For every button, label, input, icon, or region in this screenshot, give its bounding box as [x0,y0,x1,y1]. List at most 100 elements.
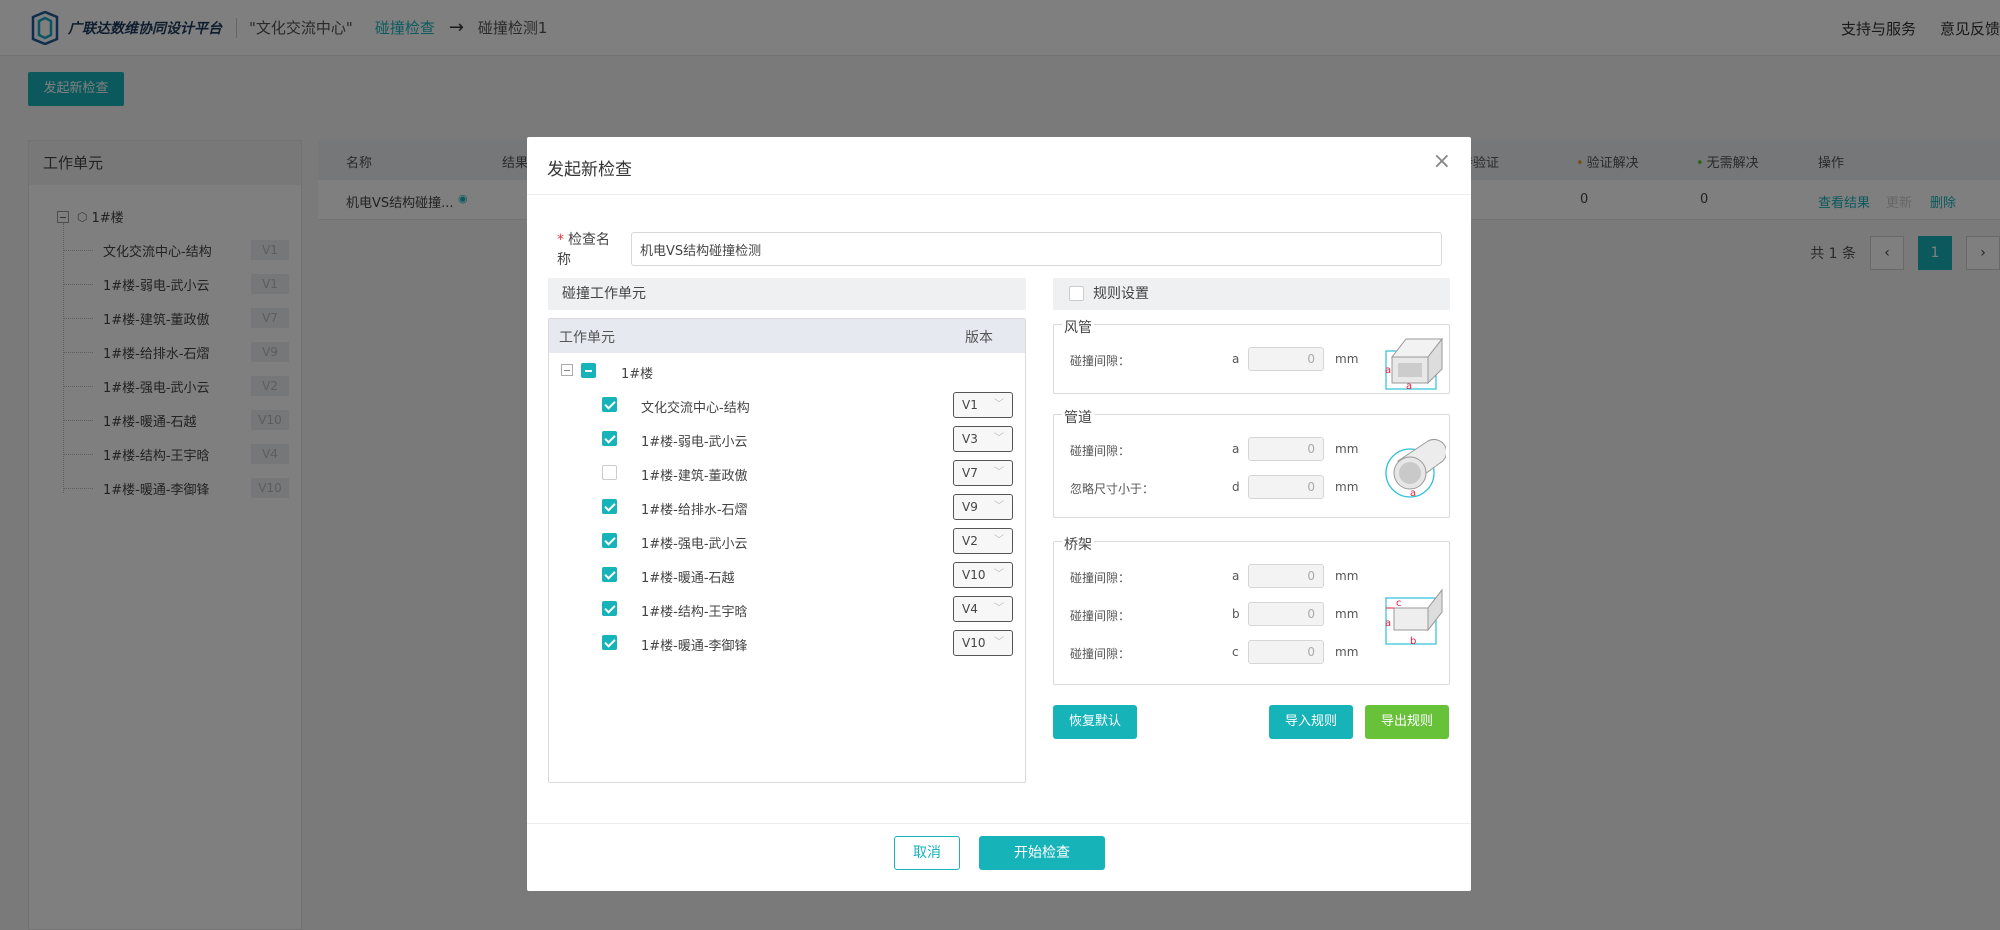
duct-group: 风管 碰撞间隙： a 0 mm a a [1053,317,1450,394]
chevron-down-icon: ﹀ [994,433,1004,444]
unit-checkbox[interactable] [602,533,617,548]
check-name-label: * 检查名称 [557,232,610,268]
chevron-down-icon: ﹀ [994,501,1004,512]
unit-label: 1#楼-强电-武小云 [641,537,748,552]
duct-gap-input[interactable]: 0 [1248,347,1324,371]
pipe-gap-input[interactable]: 0 [1248,437,1324,461]
version-select[interactable]: V2 ﹀ [953,528,1013,554]
pipe-legend: 管道 [1062,407,1094,427]
version-select[interactable]: V9 ﹀ [953,494,1013,520]
pipe-group: 管道 碰撞间隙： a 0 mm 忽略尺寸小于： d 0 mm a [1053,407,1450,518]
tray-gap-b-label: 碰撞间隙： [1070,609,1131,623]
unit-label: 1#楼-暖通-李御锋 [641,639,748,654]
pipe-gap-row: 碰撞间隙： a 0 mm [1054,437,1384,463]
dialog-footer: 取消 开始检查 [527,823,1471,891]
duct-gap-label: 碰撞间隙： [1070,354,1131,368]
unit-checkbox[interactable] [602,431,617,446]
units-root-label: 1#楼 [621,367,654,382]
duct-legend: 风管 [1062,317,1094,337]
unit-row: 文化交流中心-结构 V1 ﹀ [549,387,1025,421]
rules-title-row: 规则设置 [1053,278,1450,310]
tray-gap-b-input[interactable]: 0 [1248,602,1324,626]
unit-checkbox[interactable] [602,499,617,514]
diagram-letter-a: a [1385,618,1391,629]
new-check-dialog: 发起新检查 × *检查名称 碰撞工作单元 工作单元 版本 1#楼 文化交流中心-… [527,137,1471,891]
unit-checkbox[interactable] [602,601,617,616]
duct-gap-unit: mm [1335,352,1359,366]
chevron-down-icon: ﹀ [994,467,1004,478]
pipe-ignore-input[interactable]: 0 [1248,475,1324,499]
diagram-letter-b: b [1410,636,1416,647]
chevron-down-icon: ﹀ [994,569,1004,580]
dialog-header: 发起新检查 × [527,137,1471,195]
duct-gap-var: a [1232,352,1240,366]
tray-legend: 桥架 [1062,534,1094,554]
pipe-gap-label: 碰撞间隙： [1070,444,1131,458]
pipe-ignore-label: 忽略尺寸小于： [1070,482,1155,496]
unit-label: 1#楼-建筑-董政傲 [641,469,748,484]
chevron-down-icon: ﹀ [994,399,1004,410]
chevron-down-icon: ﹀ [994,535,1004,546]
root-checkbox[interactable] [581,363,596,378]
restore-default-button[interactable]: 恢复默认 [1053,705,1137,739]
check-name-input[interactable] [631,232,1442,266]
version-select[interactable]: V7 ﹀ [953,460,1013,486]
version-select[interactable]: V10 ﹀ [953,630,1013,656]
unit-row: 1#楼-给排水-石熠 V9 ﹀ [549,489,1025,523]
diagram-letter-c: c [1396,598,1402,609]
unit-row: 1#楼-结构-王宇晗 V4 ﹀ [549,591,1025,625]
unit-checkbox[interactable] [602,465,617,480]
unit-checkbox[interactable] [602,567,617,582]
unit-row: 1#楼-建筑-董政傲 V7 ﹀ [549,455,1025,489]
pipe-ignore-unit: mm [1335,480,1359,494]
diagram-letter-a: a [1385,365,1391,376]
check-name-row: * 检查名称 [557,229,1442,269]
unit-checkbox[interactable] [602,635,617,650]
duct-diagram-icon: a a [1385,337,1444,391]
pipe-diagram-icon: a [1385,438,1446,499]
tray-gap-a-label: 碰撞间隙： [1070,571,1131,585]
close-icon[interactable]: × [1433,151,1451,173]
rules-section: 规则设置 风管 碰撞间隙： a 0 mm a a 管道 碰撞间隙： a 0 mm… [1053,278,1450,685]
duct-gap-row: 碰撞间隙： a 0 mm [1054,347,1384,373]
unit-row: 1#楼-暖通-石越 V10 ﹀ [549,557,1025,591]
unit-label: 1#楼-弱电-武小云 [641,435,748,450]
collapse-icon[interactable] [561,364,573,376]
unit-row: 1#楼-暖通-李御锋 V10 ﹀ [549,625,1025,659]
cancel-button[interactable]: 取消 [894,836,960,870]
tray-gap-c-unit: mm [1335,645,1359,659]
chevron-down-icon: ﹀ [994,637,1004,648]
tray-gap-a-input[interactable]: 0 [1248,564,1324,588]
tray-group: 桥架 碰撞间隙： a 0 mm 碰撞间隙： b 0 mm 碰撞间隙： c 0 m… [1053,534,1450,685]
unit-label: 文化交流中心-结构 [641,401,750,416]
rules-checkbox[interactable] [1069,286,1084,301]
units-table: 工作单元 版本 1#楼 文化交流中心-结构 V1 ﹀ 1#楼-弱电-武小云 V3 ﹀… [548,318,1026,783]
diagram-letter-a: a [1410,488,1416,499]
version-select[interactable]: V3 ﹀ [953,426,1013,452]
tray-gap-c-input[interactable]: 0 [1248,640,1324,664]
pipe-gap-unit: mm [1335,442,1359,456]
version-select[interactable]: V10 ﹀ [953,562,1013,588]
tray-gap-b-unit: mm [1335,607,1359,621]
unit-label: 1#楼-结构-王宇晗 [641,605,748,620]
tray-gap-a-row: 碰撞间隙： a 0 mm [1054,564,1384,590]
units-table-header: 工作单元 版本 [549,319,1025,353]
tray-gap-a-var: a [1232,569,1240,583]
col-work-unit: 工作单元 [559,330,615,346]
tray-gap-b-var: b [1232,607,1240,621]
unit-row: 1#楼-强电-武小云 V2 ﹀ [549,523,1025,557]
version-select[interactable]: V4 ﹀ [953,596,1013,622]
start-check-button[interactable]: 开始检查 [979,836,1105,870]
import-rules-button[interactable]: 导入规则 [1269,705,1353,739]
unit-checkbox[interactable] [602,397,617,412]
tray-gap-b-row: 碰撞间隙： b 0 mm [1054,602,1384,628]
unit-label: 1#楼-给排水-石熠 [641,503,748,518]
pipe-ignore-var: d [1232,480,1240,494]
tray-gap-c-var: c [1232,645,1239,659]
required-mark: * [557,232,564,248]
units-root-row: 1#楼 [549,353,1025,387]
export-rules-button[interactable]: 导出规则 [1365,705,1449,739]
diagram-letter-a: a [1406,381,1412,391]
pipe-gap-var: a [1232,442,1240,456]
version-select[interactable]: V1 ﹀ [953,392,1013,418]
